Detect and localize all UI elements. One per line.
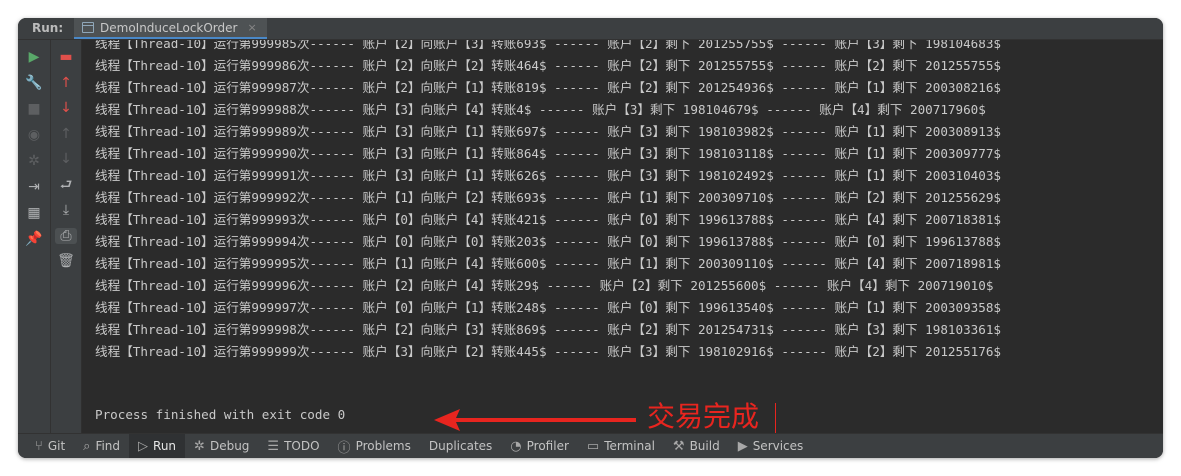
tool-label: Build xyxy=(689,439,720,453)
tab-label: DemoInduceLockOrder xyxy=(100,20,238,35)
run-tab-bar: Run: DemoInduceLockOrder × xyxy=(18,18,1163,40)
tool-profiler[interactable]: ◔ Profiler xyxy=(501,434,578,459)
bug-icon: ✲ xyxy=(194,438,205,454)
gauge-icon: ◔ xyxy=(510,438,522,454)
tool-find[interactable]: ⌕ Find xyxy=(74,434,129,459)
run-config-icon xyxy=(82,22,94,33)
stop-icon: ■ xyxy=(27,101,41,117)
console-lines: 线程【Thread-10】运行第999985次------ 账户【2】向账户【3… xyxy=(95,40,1001,363)
console-line: 线程【Thread-10】运行第999999次------ 账户【3】向账户【2… xyxy=(95,344,1001,359)
warning-icon: ⓘ xyxy=(337,440,351,456)
print-icon[interactable]: ⎙ xyxy=(55,227,77,244)
soft-wrap-icon[interactable]: ⮐ xyxy=(55,177,77,193)
bug-icon: ✲ xyxy=(28,153,40,169)
play-icon: ▷ xyxy=(138,438,149,454)
layout-icon[interactable]: ▦ xyxy=(23,205,45,221)
console-line: 线程【Thread-10】运行第999991次------ 账户【3】向账户【1… xyxy=(95,168,1001,183)
search-icon: ⌕ xyxy=(83,438,91,454)
tool-problems[interactable]: ⓘ Problems xyxy=(329,434,420,459)
console-line: 线程【Thread-10】运行第999988次------ 账户【3】向账户【4… xyxy=(95,102,986,117)
tool-git[interactable]: ⑂ Git xyxy=(26,434,74,459)
scroll-to-end-icon[interactable]: ⤓ xyxy=(55,202,77,218)
close-tab-icon[interactable]: × xyxy=(247,21,256,34)
tool-build[interactable]: ⚒ Build xyxy=(664,434,729,459)
tool-duplicates[interactable]: Duplicates xyxy=(420,434,501,459)
console-line: 线程【Thread-10】运行第999985次------ 账户【2】向账户【3… xyxy=(95,40,1001,51)
console-output[interactable]: 线程【Thread-10】运行第999985次------ 账户【2】向账户【3… xyxy=(82,40,1163,433)
arrow-down-icon[interactable]: ↓ xyxy=(55,100,77,116)
tool-label: Problems xyxy=(355,439,411,453)
rerun-failed-icon[interactable]: ▬ xyxy=(55,49,77,65)
console-line: 线程【Thread-10】运行第999994次------ 账户【0】向账户【0… xyxy=(95,234,1001,249)
camera-icon: ◉ xyxy=(27,127,41,143)
red-arrow-icon xyxy=(434,409,636,431)
console-line: 线程【Thread-10】运行第999987次------ 账户【2】向账户【1… xyxy=(95,80,1001,95)
tool-label: Run xyxy=(153,439,177,453)
text-caret xyxy=(775,403,776,433)
tool-todo[interactable]: ☰ TODO xyxy=(258,434,328,459)
tool-run[interactable]: ▷ Run xyxy=(129,433,186,458)
console-line: 线程【Thread-10】运行第999998次------ 账户【2】向账户【3… xyxy=(95,322,1001,337)
tool-label: Debug xyxy=(209,439,250,453)
wrench-icon[interactable]: 🔧 xyxy=(23,75,45,91)
git-branch-icon: ⑂ xyxy=(35,438,43,454)
tool-services[interactable]: ▶ Services xyxy=(729,434,813,459)
rerun-icon[interactable]: ▶ xyxy=(23,49,45,65)
tab-demo-induce-lock-order[interactable]: DemoInduceLockOrder × xyxy=(74,18,267,39)
console-line: 线程【Thread-10】运行第999989次------ 账户【3】向账户【1… xyxy=(95,124,1001,139)
tool-label: Find xyxy=(95,439,121,453)
process-finished-message: Process finished with exit code 0 xyxy=(95,407,346,422)
down-icon: ↓ xyxy=(60,151,72,167)
tool-label: Duplicates xyxy=(428,439,493,453)
tool-debug[interactable]: ✲ Debug xyxy=(185,434,258,459)
pin-icon[interactable]: 📌 xyxy=(23,231,45,247)
tool-window-bar: ⑂ Git ⌕ Find ▷ Run ✲ Debug ☰ TODO ⓘ Problems Duplica… xyxy=(18,433,1163,458)
run-tool-window: Run: DemoInduceLockOrder × ▶ 🔧 ■ ◉ ✲ ⇥ ▦ 📌 ▬ ↑ ↓ ↑… xyxy=(18,18,1163,458)
console-line: 线程【Thread-10】运行第999992次------ 账户【1】向账户【2… xyxy=(95,190,1001,205)
console-line: 线程【Thread-10】运行第999993次------ 账户【0】向账户【4… xyxy=(95,212,1001,227)
arrow-up-icon[interactable]: ↑ xyxy=(55,75,77,91)
hammer-icon: ⚒ xyxy=(672,438,685,454)
console-line: 线程【Thread-10】运行第999990次------ 账户【3】向账户【1… xyxy=(95,146,1001,161)
run-toolbar-left: ▶ 🔧 ■ ◉ ✲ ⇥ ▦ 📌 xyxy=(18,40,51,433)
trash-icon[interactable]: 🗑 xyxy=(55,253,77,269)
tool-terminal[interactable]: ▭ Terminal xyxy=(578,434,664,459)
console-line: 线程【Thread-10】运行第999995次------ 账户【1】向账户【4… xyxy=(95,256,1001,271)
tool-label: Services xyxy=(752,439,804,453)
transaction-complete-note: 交易完成 xyxy=(647,400,760,433)
tool-label: Git xyxy=(47,439,66,453)
run-label: Run: xyxy=(32,21,64,35)
list-icon: ☰ xyxy=(267,438,280,454)
services-icon: ▶ xyxy=(737,438,748,454)
up-icon: ↑ xyxy=(60,125,72,142)
tool-label: TODO xyxy=(284,439,320,453)
run-toolbar-right: ▬ ↑ ↓ ↑ ↓ ⮐ ⤓ ⎙ 🗑 xyxy=(51,40,82,433)
console-line: 线程【Thread-10】运行第999996次------ 账户【2】向账户【4… xyxy=(95,278,994,293)
console-line: 线程【Thread-10】运行第999997次------ 账户【0】向账户【1… xyxy=(95,300,1001,315)
tool-label: Terminal xyxy=(604,439,655,453)
console-line: 线程【Thread-10】运行第999986次------ 账户【2】向账户【2… xyxy=(95,58,1001,73)
terminal-icon: ▭ xyxy=(586,438,600,454)
exit-icon[interactable]: ⇥ xyxy=(23,179,45,195)
tool-label: Profiler xyxy=(526,439,569,453)
